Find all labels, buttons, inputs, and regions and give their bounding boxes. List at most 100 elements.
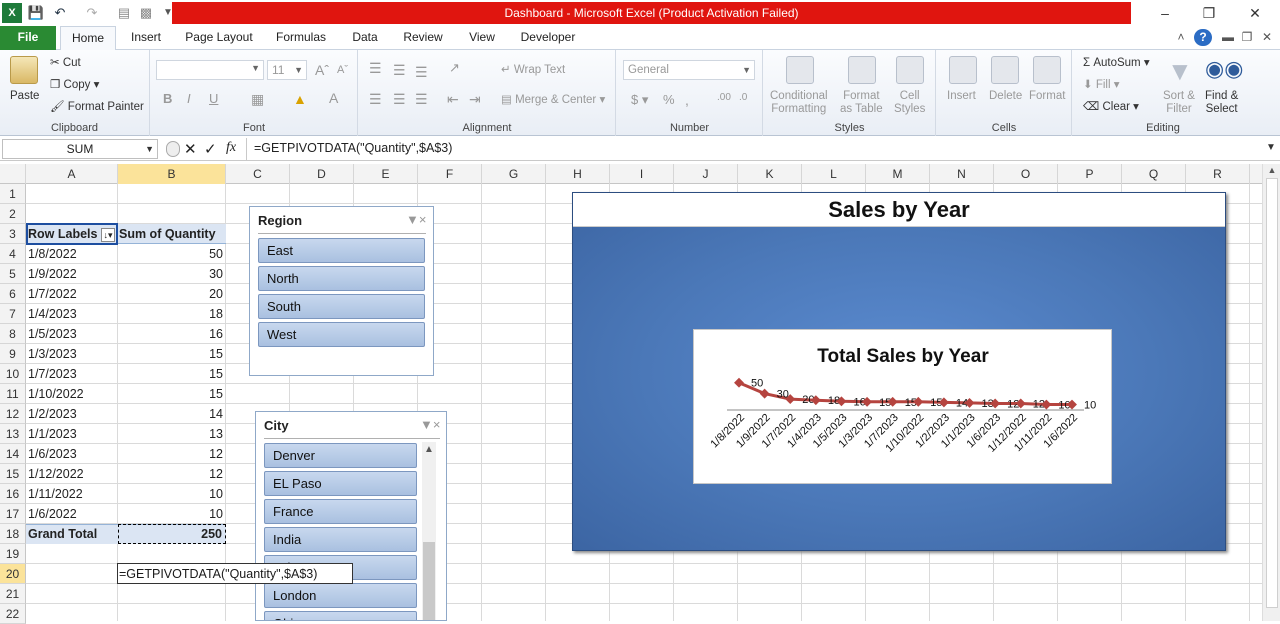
pivot-row-label[interactable]: 1/8/2022 <box>28 244 116 264</box>
slicer-scrollbar[interactable]: ▲ <box>422 442 436 620</box>
col-header[interactable]: P <box>1058 164 1122 184</box>
save-icon[interactable]: 💾 <box>26 3 46 23</box>
pivot-row-label[interactable]: 1/12/2022 <box>28 464 116 484</box>
font-size-dropdown[interactable]: 11 ▼ <box>267 60 307 80</box>
pivot-row-label[interactable]: 1/4/2023 <box>28 304 116 324</box>
undo-icon[interactable]: ↶ <box>50 3 70 23</box>
merge-center-button[interactable]: ▤ Merge & Center ▾ <box>501 92 605 106</box>
clear-button[interactable]: ⌫ Clear ▾ <box>1083 99 1139 113</box>
row-header[interactable]: 3 <box>0 224 26 244</box>
tab-file[interactable]: File <box>0 26 56 50</box>
pivot-row-label[interactable]: 1/6/2023 <box>28 444 116 464</box>
tab-review[interactable]: Review <box>400 26 446 50</box>
expand-formula-icon[interactable]: ▼ <box>1266 142 1276 153</box>
row-header[interactable]: 1 <box>0 184 26 204</box>
row-header[interactable]: 2 <box>0 204 26 224</box>
row-header[interactable]: 17 <box>0 504 26 524</box>
pivot-row-value[interactable]: 12 <box>119 444 223 464</box>
borders-icon[interactable]: ▦ <box>251 91 264 108</box>
align-right-icon[interactable]: ☰ <box>415 91 428 108</box>
col-header[interactable]: H <box>546 164 610 184</box>
slicer-item-denver[interactable]: Denver <box>264 443 417 468</box>
cell-styles-button[interactable]: Cell Styles <box>894 90 925 116</box>
scroll-up-icon[interactable]: ▲ <box>1265 165 1279 177</box>
restore-icon[interactable]: ❐ <box>1194 3 1224 23</box>
pivot-row-value[interactable]: 15 <box>119 344 223 364</box>
col-header[interactable]: Q <box>1122 164 1186 184</box>
col-header[interactable]: E <box>354 164 418 184</box>
wb-restore-icon[interactable]: ❐ <box>1240 26 1254 50</box>
pivot-row-value[interactable]: 18 <box>119 304 223 324</box>
print-preview-icon[interactable]: ▤ <box>114 3 134 23</box>
slicer-item-south[interactable]: South <box>258 294 425 319</box>
row-header[interactable]: 14 <box>0 444 26 464</box>
comma-icon[interactable]: , <box>685 92 689 108</box>
paste-icon[interactable] <box>10 56 38 84</box>
currency-icon[interactable]: $ ▾ <box>631 92 648 108</box>
name-box[interactable]: SUM ▼ <box>2 139 158 159</box>
conditional-formatting-icon[interactable] <box>786 56 814 84</box>
pivot-row-label[interactable]: 1/1/2023 <box>28 424 116 444</box>
row-header[interactable]: 16 <box>0 484 26 504</box>
col-header[interactable]: I <box>610 164 674 184</box>
formula-bar-handle-icon[interactable] <box>166 141 180 157</box>
pivot-row-label[interactable]: 1/9/2022 <box>28 264 116 284</box>
col-header[interactable]: N <box>930 164 994 184</box>
delete-cells-icon[interactable] <box>991 56 1019 84</box>
chart-area[interactable]: Sales by Year Total Sales by Year 50 1/8/… <box>572 192 1226 551</box>
pivot-row-label[interactable]: 1/7/2022 <box>28 284 116 304</box>
font-color-icon[interactable]: A <box>329 90 338 106</box>
grow-font-icon[interactable]: Aˆ <box>315 62 329 78</box>
pivot-row-value[interactable]: 13 <box>119 424 223 444</box>
pivot-row-label[interactable]: 1/3/2023 <box>28 344 116 364</box>
scroll-thumb[interactable] <box>423 542 435 620</box>
tab-page-layout[interactable]: Page Layout <box>184 26 254 50</box>
tab-view[interactable]: View <box>464 26 500 50</box>
sort-filter-icon[interactable]: ▼ <box>1167 56 1193 87</box>
select-all-corner[interactable] <box>0 164 26 184</box>
cut-button[interactable]: ✂ Cut <box>50 55 81 69</box>
row-header[interactable]: 11 <box>0 384 26 404</box>
row-header[interactable]: 8 <box>0 324 26 344</box>
row-header[interactable]: 6 <box>0 284 26 304</box>
pivot-row-label[interactable]: 1/5/2023 <box>28 324 116 344</box>
redo-icon[interactable]: ↷ <box>82 3 102 23</box>
row-header[interactable]: 12 <box>0 404 26 424</box>
col-header[interactable]: A <box>26 164 118 184</box>
collapse-ribbon-icon[interactable]: ˄ <box>1174 26 1188 50</box>
underline-icon[interactable]: U <box>209 91 218 106</box>
pivot-row-value[interactable]: 15 <box>119 364 223 384</box>
vertical-scrollbar[interactable]: ▲ <box>1262 164 1280 621</box>
pivot-row-value[interactable]: 15 <box>119 384 223 404</box>
col-header[interactable]: M <box>866 164 930 184</box>
col-header[interactable]: B <box>118 164 226 184</box>
insert-cells-icon[interactable] <box>949 56 977 84</box>
plot-container[interactable]: Total Sales by Year 50 1/8/2022 30 1/9/2022… <box>693 329 1112 484</box>
scroll-up-icon[interactable]: ▲ <box>422 444 436 455</box>
slicer-item-india[interactable]: India <box>264 527 417 552</box>
slicer-item-ohio[interactable]: Ohio <box>264 611 417 620</box>
tab-formulas[interactable]: Formulas <box>274 26 328 50</box>
clear-filter-icon[interactable]: ▼× <box>406 212 426 227</box>
number-format-dropdown[interactable]: General ▼ <box>623 60 755 80</box>
row-header[interactable]: 22 <box>0 604 26 624</box>
tab-insert[interactable]: Insert <box>128 26 164 50</box>
grand-total-value[interactable]: 250 <box>119 524 222 544</box>
italic-icon[interactable]: I <box>187 91 191 106</box>
format-cells-icon[interactable] <box>1033 56 1061 84</box>
slicer-item-el-paso[interactable]: EL Paso <box>264 471 417 496</box>
autosum-button[interactable]: Σ AutoSum ▾ <box>1083 55 1150 69</box>
row-header[interactable]: 15 <box>0 464 26 484</box>
tab-data[interactable]: Data <box>348 26 382 50</box>
row-header[interactable]: 5 <box>0 264 26 284</box>
pivot-row-label[interactable]: 1/10/2022 <box>28 384 116 404</box>
row-header[interactable]: 9 <box>0 344 26 364</box>
close-icon[interactable]: ✕ <box>1240 3 1270 23</box>
format-cells-button[interactable]: Format <box>1029 90 1065 102</box>
sort-filter-button[interactable]: Sort & Filter <box>1163 90 1195 116</box>
row-header[interactable]: 7 <box>0 304 26 324</box>
center-icon[interactable]: ☰ <box>393 91 406 108</box>
bottom-align-icon[interactable]: ☰ <box>415 64 428 81</box>
format-table-icon[interactable] <box>848 56 876 84</box>
row-header[interactable]: 20 <box>0 564 26 584</box>
